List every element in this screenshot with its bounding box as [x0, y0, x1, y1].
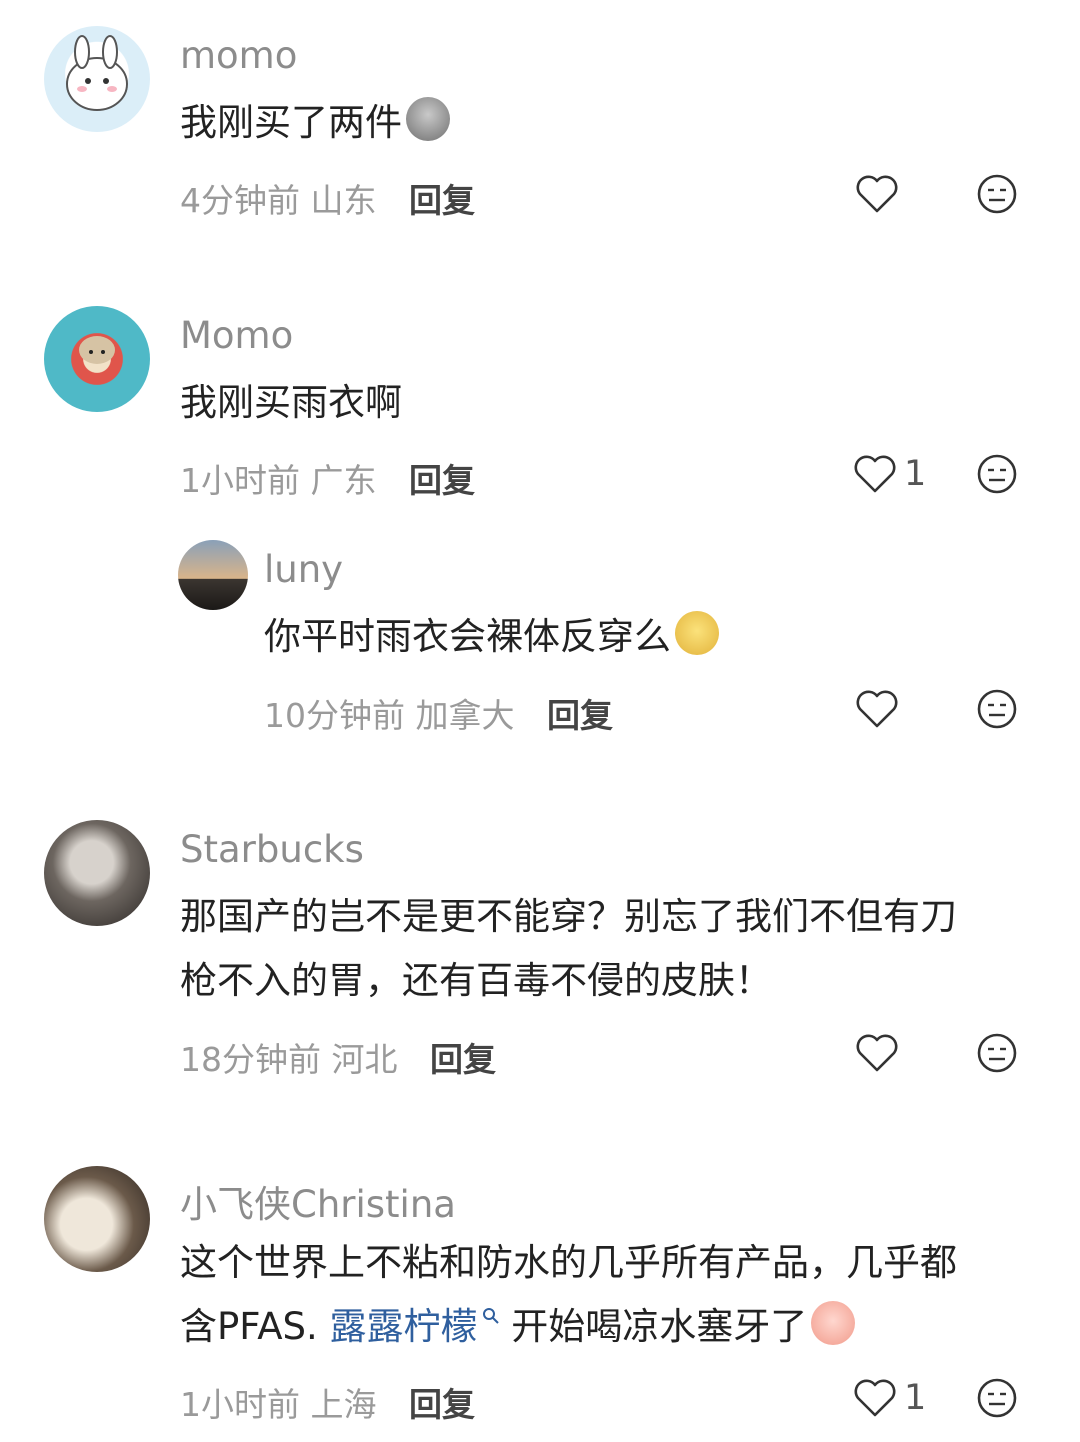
location: 广东 — [310, 461, 377, 500]
comment-text-content: 你平时雨衣会裸体反穿么 — [264, 615, 671, 658]
timestamp: 1小时前 — [180, 461, 300, 500]
timestamp: 10分钟前 — [264, 696, 405, 735]
reply-button[interactable]: 回复 — [430, 1040, 496, 1079]
timestamp: 18分钟前 — [180, 1040, 321, 1079]
username[interactable]: Starbucks — [180, 828, 364, 871]
comment-text-line: 枪不入的胃，还有百毒不侵的皮肤！ — [180, 959, 772, 1002]
search-mini-icon[interactable] — [482, 1307, 500, 1325]
location: 河北 — [331, 1040, 398, 1079]
reply-button[interactable]: 回复 — [409, 1385, 475, 1424]
heart-outline-icon[interactable] — [854, 1030, 900, 1076]
location: 上海 — [310, 1385, 377, 1424]
username[interactable]: 小飞侠Christina — [180, 1174, 456, 1228]
comment-meta: 1小时前 广东 回复 — [180, 454, 475, 502]
bunny-avatar-image — [66, 35, 128, 111]
avatar[interactable] — [44, 820, 150, 926]
comment-meta: 18分钟前 河北 回复 — [180, 1033, 496, 1081]
like-count: 1 — [904, 454, 927, 494]
comment-text-content: 含PFAS. — [180, 1305, 330, 1348]
location: 加拿大 — [415, 696, 515, 735]
comment-text-line: 含PFAS. 露露柠檬 开始喝凉水塞牙了 — [180, 1296, 856, 1358]
yellow-pear-emoji — [675, 611, 719, 655]
username[interactable]: luny — [264, 548, 343, 591]
heart-outline-icon[interactable] — [854, 686, 900, 732]
meh-face-icon[interactable] — [974, 451, 1020, 497]
reply-button[interactable]: 回复 — [547, 696, 613, 735]
avatar[interactable] — [44, 306, 150, 412]
comment-text: 你平时雨衣会裸体反穿么 — [264, 606, 719, 668]
comment-meta: 10分钟前 加拿大 回复 — [264, 689, 613, 737]
meh-face-icon[interactable] — [974, 171, 1020, 217]
mention-link[interactable]: 露露柠檬 — [330, 1305, 478, 1348]
heart-outline-icon[interactable] — [852, 1375, 898, 1421]
username[interactable]: momo — [180, 34, 297, 77]
username[interactable]: Momo — [180, 314, 293, 357]
gray-blob-emoji — [406, 97, 450, 141]
heart-outline-icon[interactable] — [854, 171, 900, 217]
avatar[interactable] — [44, 1166, 150, 1272]
comment-text: 我刚买雨衣啊 — [180, 381, 402, 424]
avatar[interactable] — [178, 540, 248, 610]
comment-text-content: 开始喝凉水塞牙了 — [499, 1305, 808, 1348]
timestamp: 1小时前 — [180, 1385, 300, 1424]
meh-face-icon[interactable] — [974, 1375, 1020, 1421]
comment-text-line: 那国产的岂不是更不能穿？别忘了我们不但有刀 — [180, 895, 957, 938]
meh-face-icon[interactable] — [974, 1030, 1020, 1076]
reply-button[interactable]: 回复 — [409, 461, 475, 500]
like-count: 1 — [904, 1378, 927, 1418]
crying-laugh-emoji — [811, 1301, 856, 1345]
comment-meta: 1小时前 上海 回复 — [180, 1378, 475, 1426]
location: 山东 — [310, 181, 377, 220]
comment-text-line: 这个世界上不粘和防水的几乎所有产品，几乎都 — [180, 1241, 957, 1284]
heart-outline-icon[interactable] — [852, 451, 898, 497]
timestamp: 4分钟前 — [180, 181, 300, 220]
avatar[interactable] — [44, 26, 150, 132]
meh-face-icon[interactable] — [974, 686, 1020, 732]
hedgehog-avatar-image — [79, 336, 115, 364]
comment-text-content: 我刚买了两件 — [180, 101, 402, 144]
comment-text: 我刚买了两件 — [180, 92, 450, 154]
reply-button[interactable]: 回复 — [409, 181, 475, 220]
comment-meta: 4分钟前 山东 回复 — [180, 174, 475, 222]
